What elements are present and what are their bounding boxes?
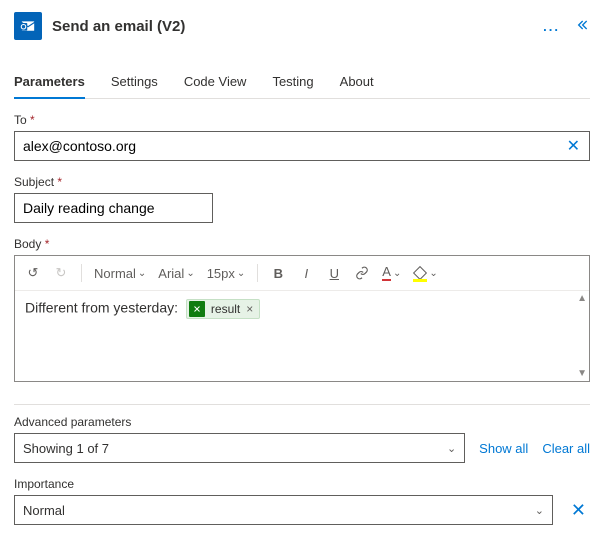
subject-label: Subject * bbox=[14, 175, 590, 189]
underline-button[interactable]: U bbox=[322, 260, 346, 286]
redo-button: ↻ bbox=[49, 260, 73, 286]
scroll-down-icon: ▼ bbox=[577, 368, 587, 379]
excel-icon bbox=[189, 301, 205, 317]
importance-select[interactable]: Normal ⌄ bbox=[14, 495, 553, 525]
tab-settings[interactable]: Settings bbox=[111, 66, 158, 98]
font-family-select[interactable]: Arial⌄ bbox=[154, 260, 198, 286]
tab-bar: Parameters Settings Code View Testing Ab… bbox=[14, 66, 590, 99]
italic-button[interactable]: I bbox=[294, 260, 318, 286]
clear-all-link[interactable]: Clear all bbox=[542, 441, 590, 456]
body-label: Body * bbox=[14, 237, 590, 251]
tab-about[interactable]: About bbox=[340, 66, 374, 98]
subject-input[interactable] bbox=[14, 193, 213, 223]
importance-value: Normal bbox=[23, 503, 65, 518]
tab-parameters[interactable]: Parameters bbox=[14, 66, 85, 99]
paragraph-style-select[interactable]: Normal⌄ bbox=[90, 260, 150, 286]
more-menu-button[interactable]: ... bbox=[543, 19, 560, 34]
card-title: Send an email (V2) bbox=[52, 18, 533, 35]
advanced-summary: Showing 1 of 7 bbox=[23, 441, 109, 456]
collapse-button[interactable] bbox=[574, 17, 590, 36]
chevron-down-icon: ⌄ bbox=[535, 504, 544, 517]
importance-label: Importance bbox=[14, 477, 590, 491]
advanced-params-select[interactable]: Showing 1 of 7 ⌄ bbox=[14, 433, 465, 463]
to-clear-button[interactable]: ✕ bbox=[563, 136, 584, 156]
token-label: result bbox=[211, 302, 240, 316]
advanced-label: Advanced parameters bbox=[14, 415, 590, 429]
tab-testing[interactable]: Testing bbox=[272, 66, 313, 98]
show-all-link[interactable]: Show all bbox=[479, 441, 528, 456]
undo-button[interactable]: ↺ bbox=[21, 260, 45, 286]
to-input[interactable] bbox=[14, 131, 590, 161]
chevron-down-icon: ⌄ bbox=[447, 442, 456, 455]
body-editor: ↺ ↻ Normal⌄ Arial⌄ 15px⌄ B I U A⌄ ⌄ ▲ Di… bbox=[14, 255, 590, 382]
scroll-up-icon: ▲ bbox=[577, 293, 587, 304]
font-color-button[interactable]: A⌄ bbox=[378, 260, 405, 286]
token-remove-button[interactable]: × bbox=[246, 302, 253, 316]
editor-toolbar: ↺ ↻ Normal⌄ Arial⌄ 15px⌄ B I U A⌄ ⌄ bbox=[15, 256, 589, 291]
body-text: Different from yesterday: bbox=[25, 300, 182, 316]
divider bbox=[14, 404, 590, 405]
font-size-select[interactable]: 15px⌄ bbox=[203, 260, 250, 286]
tab-code-view[interactable]: Code View bbox=[184, 66, 247, 98]
link-button[interactable] bbox=[350, 260, 374, 286]
dynamic-token-result[interactable]: result × bbox=[186, 299, 260, 319]
importance-remove-button[interactable]: ✕ bbox=[567, 500, 590, 521]
highlight-button[interactable]: ⌄ bbox=[409, 260, 441, 286]
to-label: To * bbox=[14, 113, 590, 127]
bold-button[interactable]: B bbox=[266, 260, 290, 286]
body-content[interactable]: ▲ Different from yesterday: result × ▼ bbox=[15, 291, 589, 381]
outlook-icon bbox=[14, 12, 42, 40]
